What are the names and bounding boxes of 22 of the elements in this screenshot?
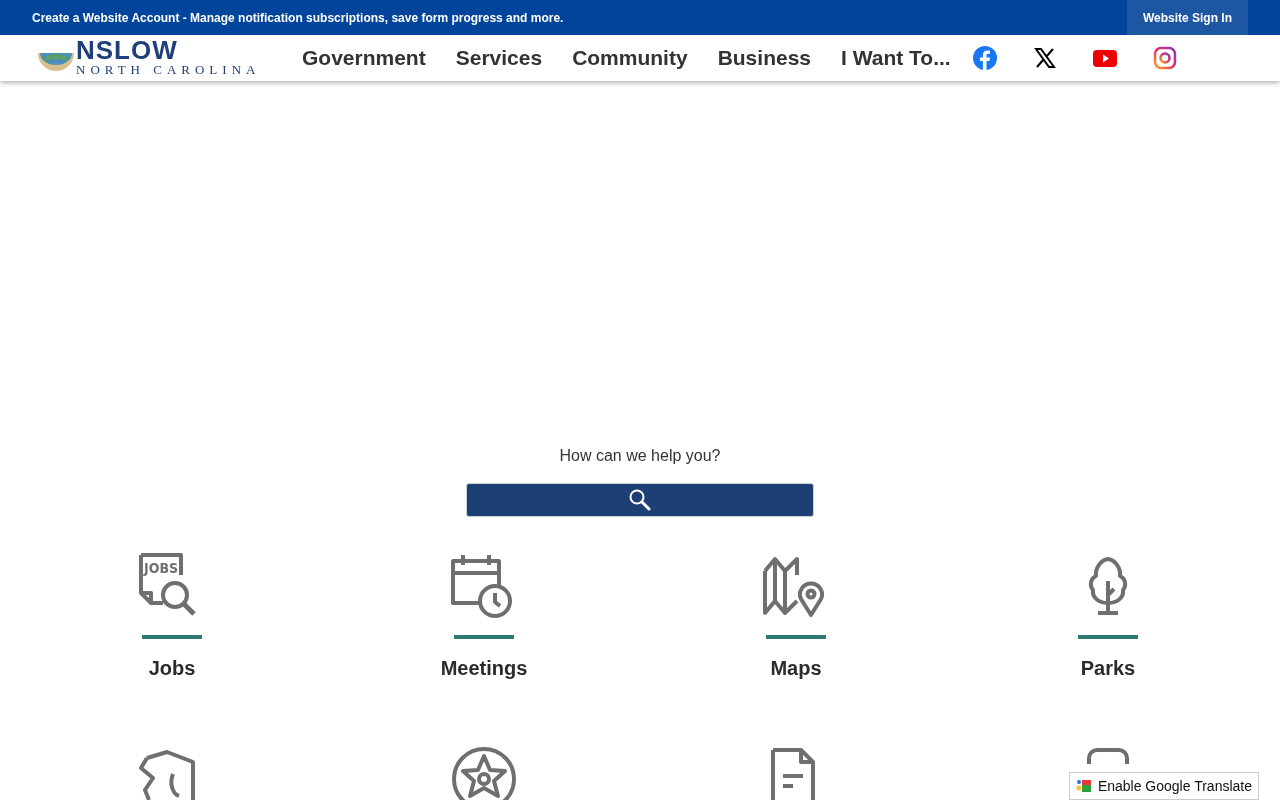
logo-name[interactable]: NSLOW <box>76 38 261 62</box>
nav-link[interactable]: I Want To... <box>841 46 951 70</box>
nav-link[interactable]: Government <box>302 46 426 70</box>
translate-icon <box>1075 778 1092 794</box>
logo-subtitle: NORTH CAROLINA <box>76 62 261 78</box>
tile-label[interactable]: Jobs <box>148 657 196 680</box>
tile-label[interactable]: Maps <box>770 657 822 680</box>
banner-message[interactable]: Create a Website Account - Manage notification subscriptions, save form progress and more. <box>32 10 564 25</box>
search-icon <box>628 488 652 512</box>
instagram-icon[interactable] <box>1152 46 1177 70</box>
nav-link[interactable]: Services <box>455 46 543 70</box>
search-prompt: How can we help you? <box>559 447 721 465</box>
sign-in-button[interactable]: Website Sign In <box>1126 0 1248 35</box>
translate-button[interactable]: Enable Google Translate <box>1068 772 1259 800</box>
tile-label[interactable]: Meetings <box>440 657 528 680</box>
tile-label[interactable]: Parks <box>1080 657 1136 680</box>
search-button[interactable] <box>466 483 814 517</box>
nav-link[interactable]: Community <box>572 46 688 70</box>
x-icon[interactable] <box>1032 46 1057 70</box>
facebook-icon[interactable] <box>972 46 997 70</box>
nav-link[interactable]: Business <box>717 46 811 70</box>
star-badge-icon[interactable] <box>449 744 519 800</box>
